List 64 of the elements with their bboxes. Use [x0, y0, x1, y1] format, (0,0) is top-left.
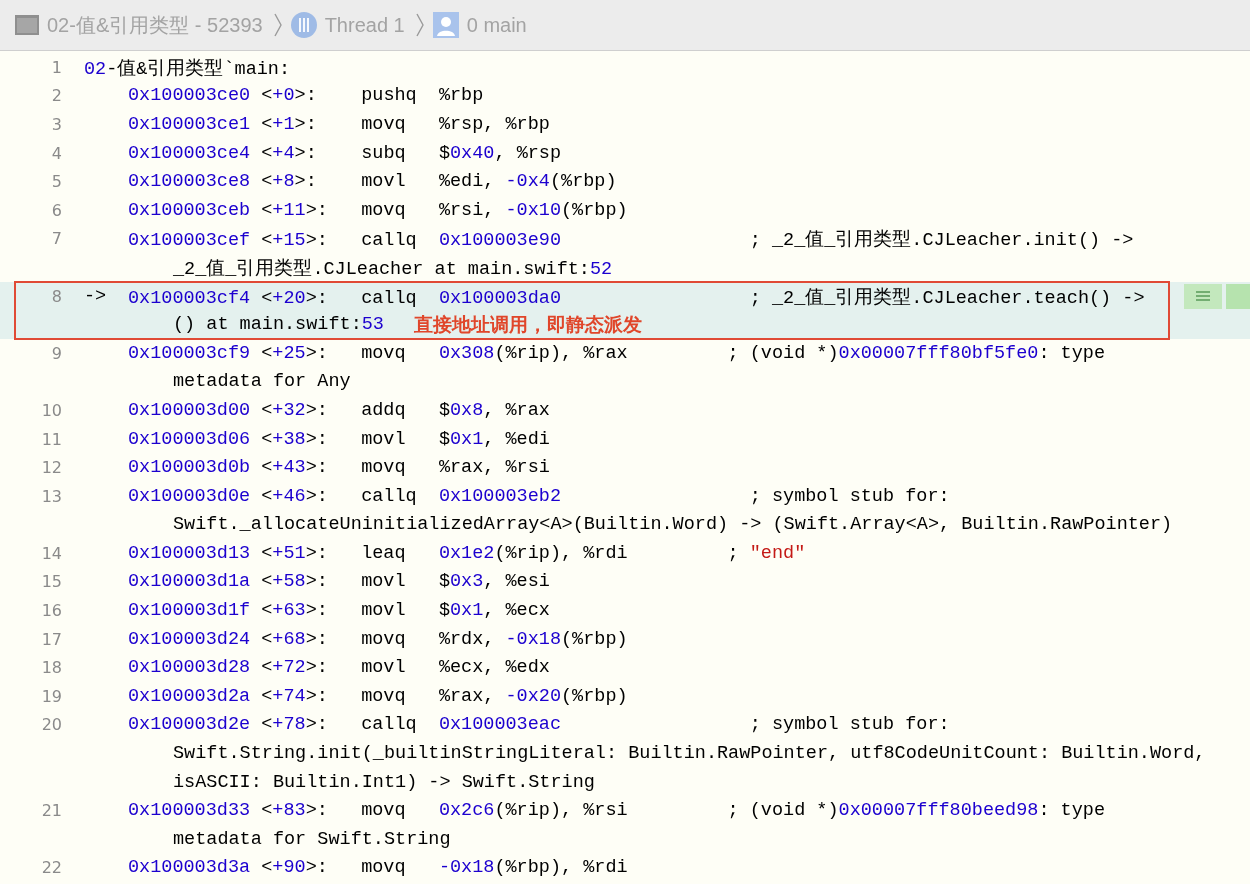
code-line: 0x100003ce8 <+8>: movl %edi, -0x4(%rbp) [128, 171, 617, 193]
line-number: 4 [50, 143, 62, 163]
line-number: 16 [40, 601, 62, 621]
line-number: 5 [50, 172, 62, 192]
line-number: 8 [50, 286, 62, 306]
code-line: 0x100003d00 <+32>: addq $0x8, %rax [128, 399, 550, 421]
line-number: 22 [40, 858, 62, 878]
breadcrumb-item[interactable]: 02-值&引用类型 - 52393 [47, 11, 263, 39]
line-number: 9 [50, 343, 62, 363]
function-label: 02-值&引用类型`main: [84, 57, 291, 80]
breadcrumb-item[interactable]: Thread 1 [324, 13, 405, 37]
annotation-note: 直接地址调用，即静态派发 [413, 311, 642, 337]
line-number: 21 [40, 801, 62, 821]
code-line: 0x100003d2e <+78>: callq 0x100003eac ; symbol stub for: [128, 714, 950, 736]
code-line: 0x100003d13 <+51>: leaq 0x1e2(%rip), %rdi ; "end" [128, 542, 806, 564]
line-number: 6 [50, 200, 62, 220]
window-icon [15, 15, 39, 35]
code-line: 0x100003d2a <+74>: movq %rax, -0x20(%rbp) [128, 685, 628, 707]
code-line: 0x100003d1f <+63>: movl $0x1, %ecx [128, 600, 550, 622]
code-line: _2_值_引用类型.CJLeacher at main.swift:52 [173, 257, 613, 280]
code-line: Swift.String.init(_builtinStringLiteral: Builtin.RawPointer, utf8CodeUnitCount: Builtin.Word, [173, 743, 1206, 765]
code-line: 0x100003d0e <+46>: callq 0x100003eb2 ; symbol stub for: [128, 485, 950, 507]
line-strip [1226, 283, 1250, 309]
code-line: 0x100003ceb <+11>: movq %rsi, -0x10(%rbp) [128, 199, 628, 221]
code-line: 0x100003ce0 <+0>: pushq %rbp [128, 85, 484, 107]
line-number: 10 [40, 400, 62, 420]
code-line: 0x100003ce4 <+4>: subq $0x40, %rsp [128, 142, 562, 164]
line-number: 1 [50, 57, 62, 77]
pc-arrow: -> [84, 285, 107, 307]
line-number: 12 [40, 458, 62, 478]
code-line: 0x100003cf4 <+20>: callq 0x100003da0 ; _2_值_引用类型.CJLeacher.teach() -> [128, 286, 1145, 309]
lines-icon [1196, 291, 1210, 302]
code-line: 0x100003d33 <+83>: movq 0x2c6(%rip), %rsi ; (void *)0x00007fff80beed98: type [128, 800, 1106, 822]
code-line: 0x100003d0b <+43>: movq %rax, %rsi [128, 457, 550, 479]
line-number: 11 [40, 429, 62, 449]
code-line: metadata for Any [173, 371, 351, 393]
code-line: 0x100003d1a <+58>: movl $0x3, %esi [128, 571, 550, 593]
code-line: 0x100003d06 <+38>: movl $0x1, %edi [128, 428, 550, 450]
code-line: 0x100003d28 <+72>: movl %ecx, %edx [128, 657, 550, 679]
line-number: 13 [40, 486, 62, 506]
code-line: metadata for Swift.String [173, 828, 451, 850]
code-line: () at main.swift:53 [173, 314, 384, 336]
code-line: 0x100003ce1 <+1>: movq %rsp, %rbp [128, 114, 550, 135]
code-line: 0x100003d3a <+90>: movq -0x18(%rbp), %rdi [128, 857, 628, 879]
line-number: 3 [50, 115, 62, 134]
chevron-icon [272, 12, 283, 38]
code-line: 0x100003d24 <+68>: movq %rdx, -0x18(%rbp) [128, 628, 628, 650]
line-number: 14 [40, 543, 62, 563]
line-number: 7 [50, 229, 62, 249]
thread-icon [290, 12, 317, 38]
line-number: 20 [40, 715, 62, 735]
line-badge[interactable] [1184, 283, 1222, 309]
line-number: 15 [40, 572, 62, 592]
person-icon [432, 12, 459, 38]
line-number: 2 [50, 86, 62, 106]
code-line: isASCII: Builtin.Int1) -> Swift.String [173, 771, 595, 793]
line-number: 17 [40, 629, 62, 649]
chevron-icon [414, 12, 425, 38]
line-number: 18 [40, 658, 62, 678]
code-line: 0x100003cef <+15>: callq 0x100003e90 ; _2_值_引用类型.CJLeacher.init() -> [128, 228, 1134, 252]
code-line: Swift._allocateUninitializedArray<A>(Builtin.Word) -> (Swift.Array<A>, Builtin.RawPointer) [173, 514, 1173, 536]
breadcrumb-item[interactable]: 0 main [466, 13, 527, 37]
code-line: 0x100003cf9 <+25>: movq 0x308(%rip), %rax ; (void *)0x00007fff80bf5fe0: type [128, 342, 1106, 364]
line-number: 19 [40, 686, 62, 706]
